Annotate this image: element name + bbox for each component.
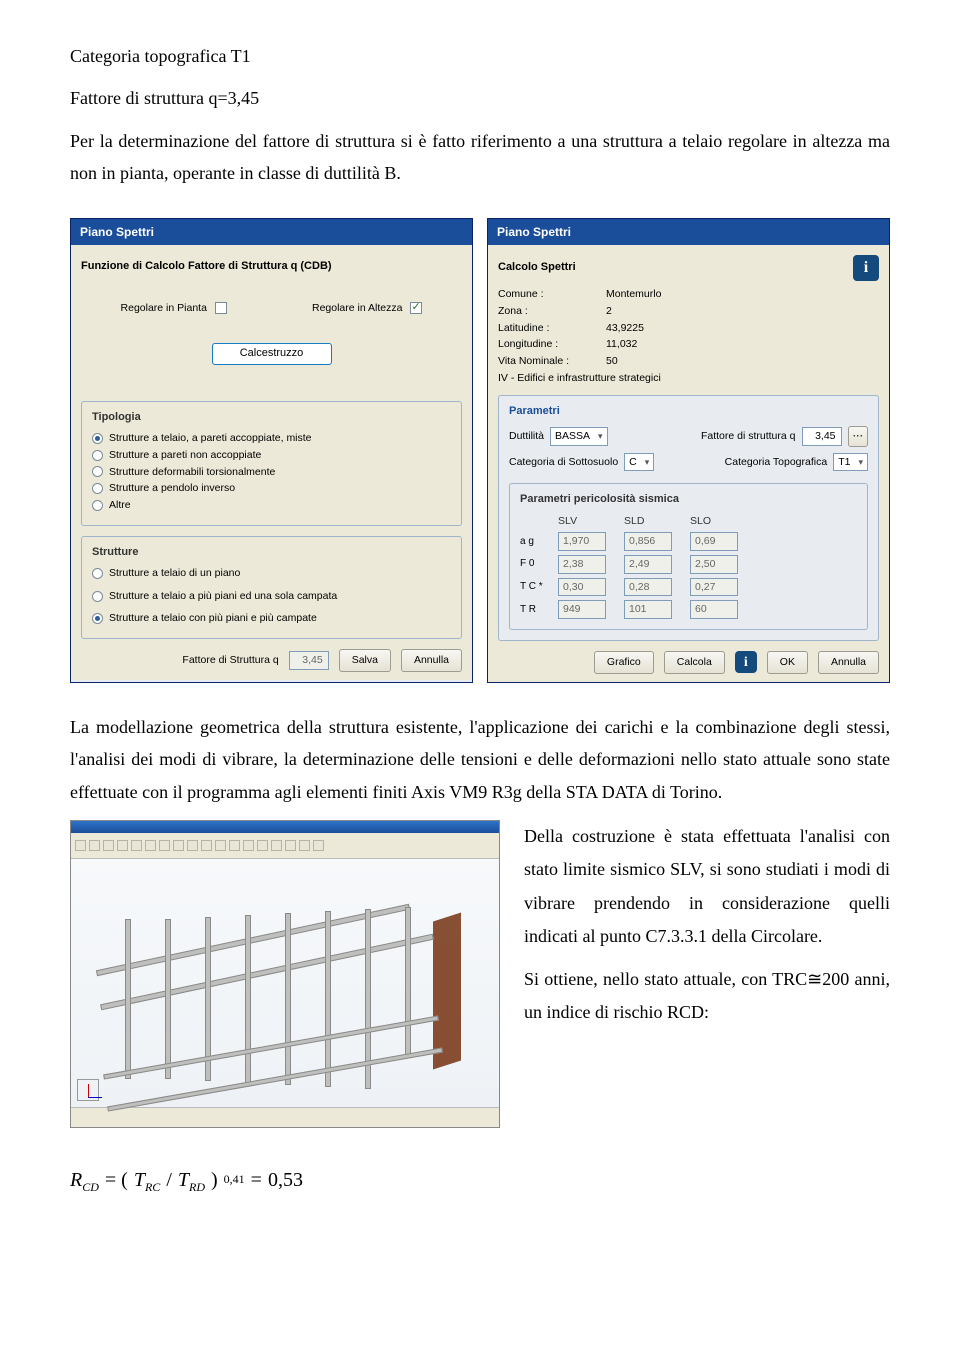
tipologia-4-label: Strutture a pendolo inverso xyxy=(109,481,235,496)
dialog2-title: Piano Spettri xyxy=(488,219,889,246)
tc-sld: 0,28 xyxy=(624,578,672,597)
tr-slo: 60 xyxy=(690,600,738,619)
intro-line-1: Categoria topografica T1 xyxy=(70,40,890,72)
material-button[interactable]: Calcestruzzo xyxy=(212,343,332,364)
axis-vm-screenshot xyxy=(70,820,500,1128)
right-paragraph-2: Si ottiene, nello stato attuale, con TRC… xyxy=(524,963,890,1030)
ag-slo: 0,69 xyxy=(690,532,738,551)
tipologia-5-label: Altre xyxy=(109,498,131,513)
strutture-heading: Strutture xyxy=(92,545,451,560)
strutture-2-label: Strutture a telaio a più piani ed una so… xyxy=(109,589,337,604)
zona-label: Zona : xyxy=(498,304,598,319)
f0-slo: 2,50 xyxy=(690,555,738,574)
pericolosita-heading: Parametri pericolosità sismica xyxy=(520,492,857,507)
vita-value: 50 xyxy=(606,354,879,369)
row-f0-label: F 0 xyxy=(520,557,548,571)
radio-tipologia-1[interactable] xyxy=(92,433,103,444)
row-tc-label: T C * xyxy=(520,580,548,594)
dialog1-subtitle: Funzione di Calcolo Fattore di Struttura… xyxy=(81,259,462,274)
dialog1-title: Piano Spettri xyxy=(71,219,472,246)
edificio-type: IV - Edifici e infrastrutture strategici xyxy=(498,371,879,386)
strutture-1-label: Strutture a telaio di un piano xyxy=(109,566,240,581)
zona-value: 2 xyxy=(606,304,879,319)
tipologia-heading: Tipologia xyxy=(92,410,451,425)
group-tipologia: Tipologia Strutture a telaio, a pareti a… xyxy=(81,401,462,526)
lat-label: Latitudine : xyxy=(498,321,598,336)
ok-button[interactable]: OK xyxy=(767,651,808,674)
toolbar-icon xyxy=(75,840,86,851)
duttilita-select[interactable]: BASSA▾ xyxy=(550,427,608,446)
calcola-button[interactable]: Calcola xyxy=(664,651,725,674)
parametri-heading: Parametri xyxy=(509,404,868,419)
formula-rcd: RCD = ( TRC / TRD )0,41 = 0,53 xyxy=(70,1162,890,1199)
strutture-3-label: Strutture a telaio con più piani e più c… xyxy=(109,611,317,626)
tr-sld: 101 xyxy=(624,600,672,619)
ag-sld: 0,856 xyxy=(624,532,672,551)
duttilita-label: Duttilità xyxy=(509,429,544,444)
annulla-button-2[interactable]: Annulla xyxy=(818,651,879,674)
cat-sottosuolo-label: Categoria di Sottosuolo xyxy=(509,455,618,470)
lat-value: 43,9225 xyxy=(606,321,879,336)
f0-sld: 2,49 xyxy=(624,555,672,574)
dialog-fattore-struttura: Piano Spettri Funzione di Calcolo Fattor… xyxy=(70,218,473,683)
intro-line-2: Fattore di struttura q=3,45 xyxy=(70,82,890,114)
spettri-info-grid: Comune : Montemurlo Zona : 2 Latitudine : 4… xyxy=(498,287,879,385)
fattore-q-label: Fattore di Struttura q xyxy=(182,653,278,668)
col-slv: SLV xyxy=(558,514,614,529)
radio-tipologia-4[interactable] xyxy=(92,483,103,494)
checkbox-regolare-altezza[interactable] xyxy=(410,302,422,314)
radio-tipologia-2[interactable] xyxy=(92,450,103,461)
row-ag-label: a g xyxy=(520,535,548,549)
checkbox-regolare-pianta[interactable] xyxy=(215,302,227,314)
radio-tipologia-5[interactable] xyxy=(92,500,103,511)
mid-paragraph: La modellazione geometrica della struttu… xyxy=(70,711,890,808)
salva-button[interactable]: Salva xyxy=(339,649,391,672)
radio-strutture-3[interactable] xyxy=(92,613,103,624)
col-slo: SLO xyxy=(690,514,746,529)
row-tr-label: T R xyxy=(520,603,548,617)
radio-tipologia-3[interactable] xyxy=(92,466,103,477)
label-regolare-altezza: Regolare in Altezza xyxy=(312,301,402,316)
group-parametri: Parametri Duttilità BASSA▾ Fattore di st… xyxy=(498,395,879,641)
label-regolare-pianta: Regolare in Pianta xyxy=(121,301,207,316)
tipologia-1-label: Strutture a telaio, a pareti accoppiate,… xyxy=(109,431,312,446)
fattore-q2-input[interactable]: 3,45 xyxy=(802,427,842,446)
radio-strutture-1[interactable] xyxy=(92,568,103,579)
dialog2-subtitle: Calcolo Spettri xyxy=(498,260,576,275)
model-viewport xyxy=(71,859,499,1107)
fattore-q-lookup-button[interactable]: ⋯ xyxy=(848,426,869,447)
grafico-button[interactable]: Grafico xyxy=(594,651,654,674)
cat-topografica-select[interactable]: T1▾ xyxy=(833,453,868,472)
info-icon[interactable]: i xyxy=(853,255,879,281)
cat-sottosuolo-select[interactable]: C▾ xyxy=(624,453,654,472)
right-paragraph-1: Della costruzione è stata effettuata l'a… xyxy=(524,820,890,953)
radio-strutture-2[interactable] xyxy=(92,591,103,602)
vita-label: Vita Nominale : xyxy=(498,354,598,369)
lon-label: Longitudine : xyxy=(498,337,598,352)
tc-slv: 0,30 xyxy=(558,578,606,597)
tc-slo: 0,27 xyxy=(690,578,738,597)
cat-topografica-label: Categoria Topografica xyxy=(725,455,828,470)
tipologia-2-label: Strutture a pareti non accoppiate xyxy=(109,448,261,463)
annulla-button[interactable]: Annulla xyxy=(401,649,462,672)
lon-value: 11,032 xyxy=(606,337,879,352)
f0-slv: 2,38 xyxy=(558,555,606,574)
group-strutture: Strutture Strutture a telaio di un piano… xyxy=(81,536,462,639)
tipologia-3-label: Strutture deformabili torsionalmente xyxy=(109,465,275,480)
intro-line-3: Per la determinazione del fattore di str… xyxy=(70,125,890,190)
comune-label: Comune : xyxy=(498,287,598,302)
fattore-q-output: 3,45 xyxy=(289,651,329,670)
col-sld: SLD xyxy=(624,514,680,529)
group-pericolosita: Parametri pericolosità sismica SLV SLD S… xyxy=(509,483,868,630)
ag-slv: 1,970 xyxy=(558,532,606,551)
comune-value: Montemurlo xyxy=(606,287,879,302)
tr-slv: 949 xyxy=(558,600,606,619)
fattore-q2-label: Fattore di struttura q xyxy=(701,429,796,444)
info-icon-2[interactable]: i xyxy=(735,651,757,673)
dialog-calcolo-spettri: Piano Spettri Calcolo Spettri i Comune :… xyxy=(487,218,890,683)
